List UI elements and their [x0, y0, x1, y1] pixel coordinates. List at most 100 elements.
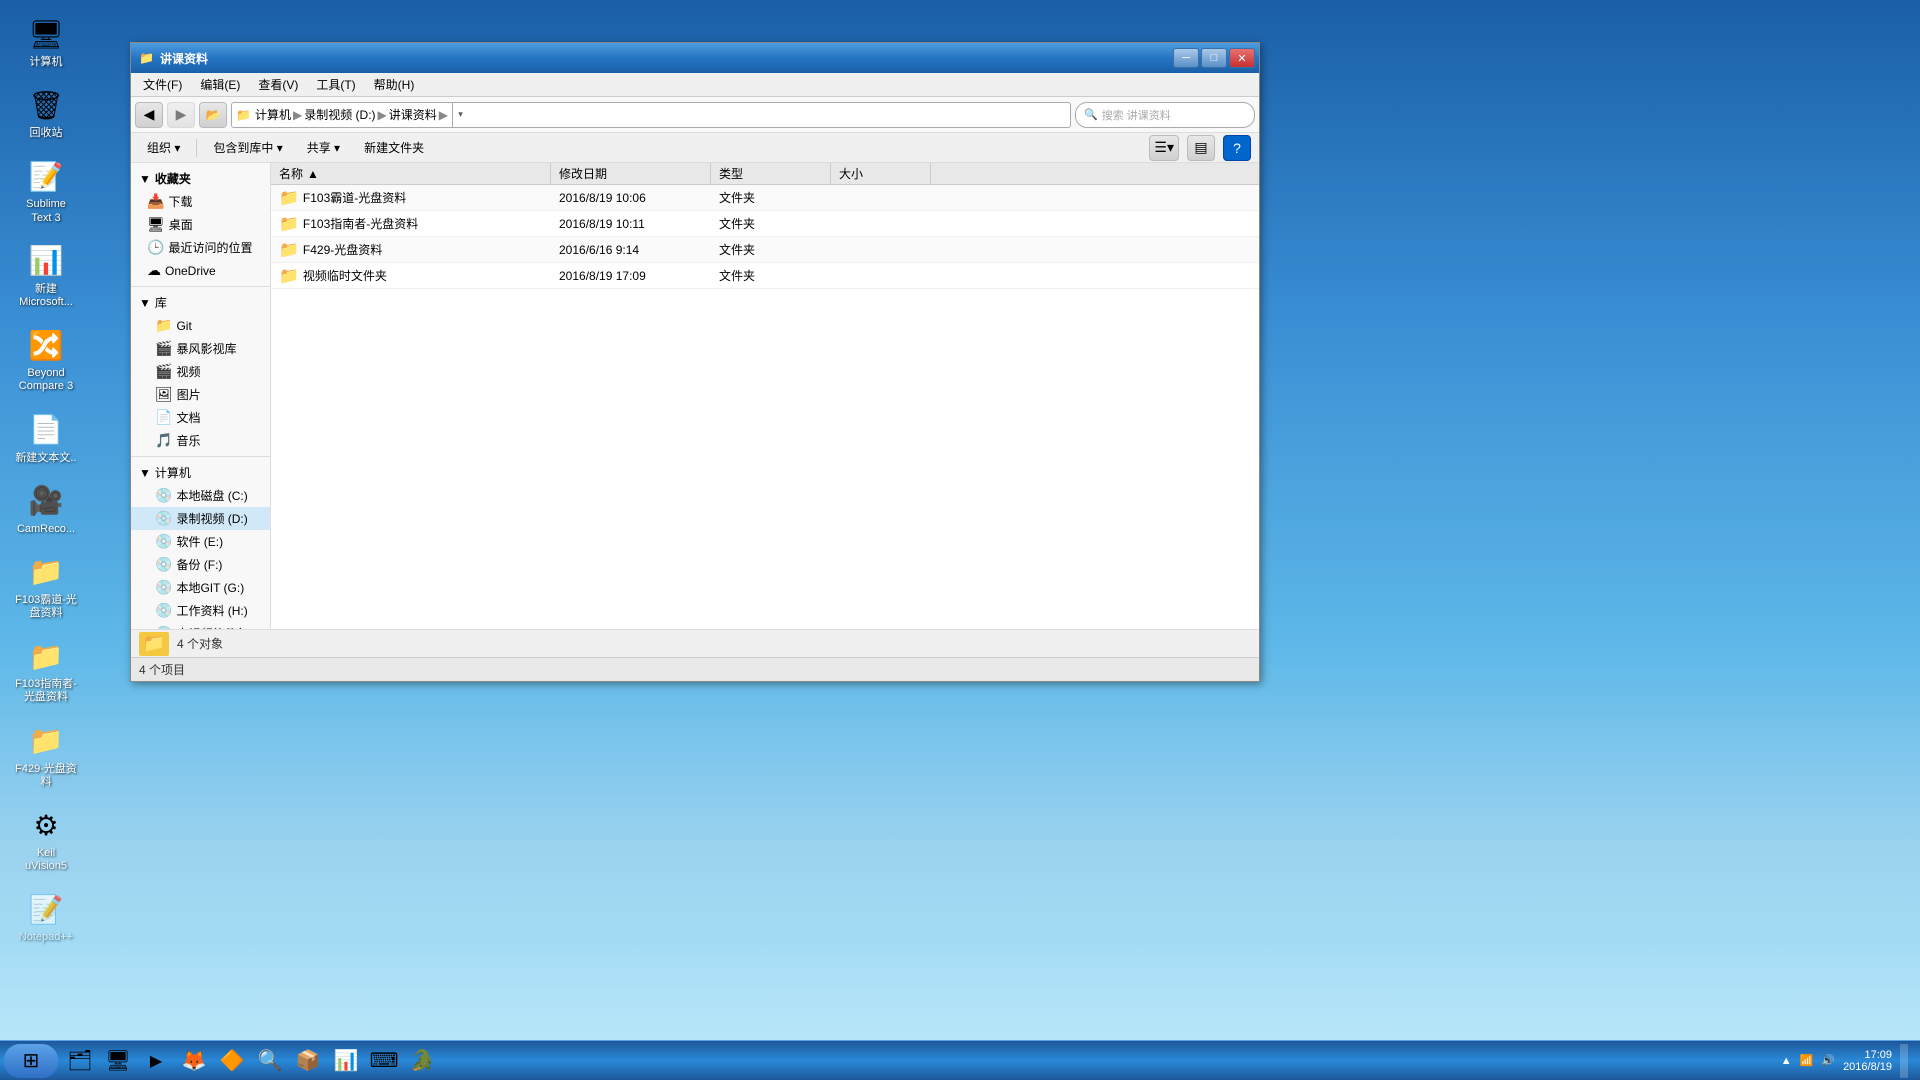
f103zhinan-icon-label: F103指南者-光盘资料: [15, 678, 77, 704]
maximize-button[interactable]: □: [1201, 48, 1227, 68]
sidebar-divider-1: [131, 286, 270, 287]
sidebar-item-drive-f[interactable]: 💿 备份 (F:): [131, 553, 270, 576]
file-type-0: 文件夹: [719, 189, 755, 206]
sidebar-divider-2: [131, 456, 270, 457]
sidebar-item-drive-g[interactable]: 💿 本地GIT (G:): [131, 576, 270, 599]
pictures-label: 图片: [177, 386, 201, 403]
taskbar-icon-box[interactable]: 📦: [290, 1044, 326, 1078]
file-date-3: 2016/8/19 17:09: [559, 269, 646, 283]
show-desktop-button[interactable]: [1900, 1044, 1908, 1078]
menu-tools[interactable]: 工具(T): [308, 74, 363, 95]
sidebar-item-drive-c[interactable]: 💿 本地磁盘 (C:): [131, 484, 270, 507]
menu-edit[interactable]: 编辑(E): [192, 74, 248, 95]
taskbar-clock[interactable]: 17:09 2016/8/19: [1843, 1049, 1892, 1073]
title-bar: 📁 讲课资料 ─ □ ✕: [131, 43, 1259, 73]
sidebar-item-drive-e[interactable]: 💿 软件 (E:): [131, 530, 270, 553]
table-row[interactable]: 📁 F429-光盘资料 2016/6/16 9:14 文件夹: [271, 237, 1259, 263]
beyondcompare-icon: 🔀: [26, 325, 66, 365]
desktop-icon-recycle[interactable]: 🗑 回收站: [10, 81, 82, 144]
breadcrumb-computer[interactable]: 计算机: [255, 106, 291, 123]
organize-button[interactable]: 组织 ▾: [139, 137, 188, 158]
up-folder-button[interactable]: 📂: [199, 102, 227, 128]
notepad-icon-label: Notepad++: [19, 931, 73, 944]
recycle-icon: 🗑: [26, 85, 66, 125]
file-type-2: 文件夹: [719, 241, 755, 258]
desktop-icon-f429[interactable]: 📁 F429-光盘资料: [10, 717, 82, 793]
taskbar-icon-keyboard[interactable]: ⌨: [366, 1044, 402, 1078]
share-button[interactable]: 共享 ▾: [299, 137, 348, 158]
drive-f-label: 备份 (F:): [176, 556, 222, 573]
menu-view[interactable]: 查看(V): [250, 74, 306, 95]
sidebar-item-desktop[interactable]: 🖥 桌面: [131, 213, 270, 236]
sidebar-item-git[interactable]: 📁 Git: [131, 314, 270, 337]
taskbar-icon-screen[interactable]: 🖥: [100, 1044, 136, 1078]
sidebar-item-recent[interactable]: 🕒 最近访问的位置: [131, 236, 270, 259]
taskbar-icon-camtasia[interactable]: 🐊: [404, 1044, 440, 1078]
menu-help[interactable]: 帮助(H): [366, 74, 423, 95]
taskbar-icon-explorer[interactable]: 🗂: [62, 1044, 98, 1078]
file-name-cell-2: 📁 F429-光盘资料: [271, 240, 551, 260]
taskbar-icon-cmd[interactable]: ▶: [138, 1044, 174, 1078]
sidebar-item-drive-i[interactable]: 💿 音视频软件包 (I:): [131, 622, 270, 629]
folder-icon-0: 📁: [279, 188, 299, 208]
taskbar-icon-search[interactable]: 🔍: [252, 1044, 288, 1078]
table-row[interactable]: 📁 视频临时文件夹 2016/8/19 17:09 文件夹: [271, 263, 1259, 289]
sidebar-item-baofeng[interactable]: 🎬 暴风影视库: [131, 337, 270, 360]
desktop-icon-notepad[interactable]: 📝 Notepad++: [10, 885, 82, 948]
close-button[interactable]: ✕: [1229, 48, 1255, 68]
sidebar-item-downloads[interactable]: 📥 下载: [131, 190, 270, 213]
col-header-size[interactable]: 大小: [831, 163, 931, 184]
start-button[interactable]: ⊞: [4, 1044, 58, 1078]
address-dropdown-button[interactable]: ▾: [452, 103, 468, 127]
forward-button[interactable]: ▶: [167, 102, 195, 128]
desktop-icon-keil[interactable]: ⚙ KeiluVision5: [10, 801, 82, 877]
breadcrumb-sep2: ▶: [378, 108, 387, 122]
window-title-text: 讲课资料: [160, 50, 208, 67]
file-type-cell-0: 文件夹: [711, 189, 831, 206]
sidebar-item-drive-d[interactable]: 💿 录制视频 (D:): [131, 507, 270, 530]
new-folder-button[interactable]: 新建文件夹: [356, 137, 432, 158]
drive-c-label: 本地磁盘 (C:): [176, 487, 247, 504]
desktop-wave: [0, 840, 1920, 1040]
newtext-icon-label: 新建文本文..: [15, 452, 76, 465]
desktop-icon-beyondcompare[interactable]: 🔀 BeyondCompare 3: [10, 321, 82, 397]
sidebar-item-pictures[interactable]: 🖼 图片: [131, 383, 270, 406]
sidebar-item-onedrive[interactable]: ☁ OneDrive: [131, 259, 270, 282]
sidebar-item-music[interactable]: 🎵 音乐: [131, 429, 270, 452]
sidebar-item-drive-h[interactable]: 💿 工作资料 (H:): [131, 599, 270, 622]
help-button[interactable]: ?: [1223, 135, 1251, 161]
desktop-icon-excel[interactable]: 📊 新建 Microsoft...: [10, 237, 82, 313]
col-header-date[interactable]: 修改日期: [551, 163, 711, 184]
breadcrumb-folder[interactable]: 讲课资料: [389, 106, 437, 123]
view-details-button[interactable]: ▤: [1187, 135, 1215, 161]
desktop-icon-camrec[interactable]: 🎥 CamReco...: [10, 477, 82, 540]
back-button[interactable]: ◀: [135, 102, 163, 128]
taskbar-icon-firefox[interactable]: 🦊: [176, 1044, 212, 1078]
desktop-icon-f103zhinan[interactable]: 📁 F103指南者-光盘资料: [10, 632, 82, 708]
minimize-button[interactable]: ─: [1173, 48, 1199, 68]
address-bar[interactable]: 📁 计算机 ▶ 录制视频 (D:) ▶ 讲课资料 ▶ ▾: [231, 102, 1071, 128]
table-row[interactable]: 📁 F103霸道-光盘资料 2016/8/19 10:06 文件夹: [271, 185, 1259, 211]
col-header-type[interactable]: 类型: [711, 163, 831, 184]
col-header-name[interactable]: 名称 ▲: [271, 163, 551, 184]
file-name-0: F103霸道-光盘资料: [303, 189, 406, 206]
view-list-button[interactable]: ☰▾: [1149, 135, 1179, 161]
drive-f-icon: 💿: [155, 556, 172, 573]
desktop-icon-sublime[interactable]: 📝 SublimeText 3: [10, 152, 82, 228]
recent-label: 最近访问的位置: [168, 239, 252, 256]
table-row[interactable]: 📁 F103指南者-光盘资料 2016/8/19 10:11 文件夹: [271, 211, 1259, 237]
sidebar-item-documents[interactable]: 📄 文档: [131, 406, 270, 429]
search-box[interactable]: 🔍 搜索 讲课资料: [1075, 102, 1255, 128]
breadcrumb-drive[interactable]: 录制视频 (D:): [304, 106, 375, 123]
taskbar-icon-excel-task[interactable]: 📊: [328, 1044, 364, 1078]
taskbar-icon-360[interactable]: 🔶: [214, 1044, 250, 1078]
notification-area: ▲: [1781, 1055, 1792, 1067]
menu-file[interactable]: 文件(F): [135, 74, 190, 95]
sidebar-item-video[interactable]: 🎬 视频: [131, 360, 270, 383]
file-name-3: 视频临时文件夹: [303, 267, 387, 284]
desktop-icon-newtext[interactable]: 📄 新建文本文..: [10, 406, 82, 469]
include-library-button[interactable]: 包含到库中 ▾: [205, 137, 290, 158]
desktop-icon-f103badao[interactable]: 📁 F103霸道-光盘资料: [10, 548, 82, 624]
file-type-cell-1: 文件夹: [711, 215, 831, 232]
desktop-icon-computer[interactable]: 🖥 计算机: [10, 10, 82, 73]
